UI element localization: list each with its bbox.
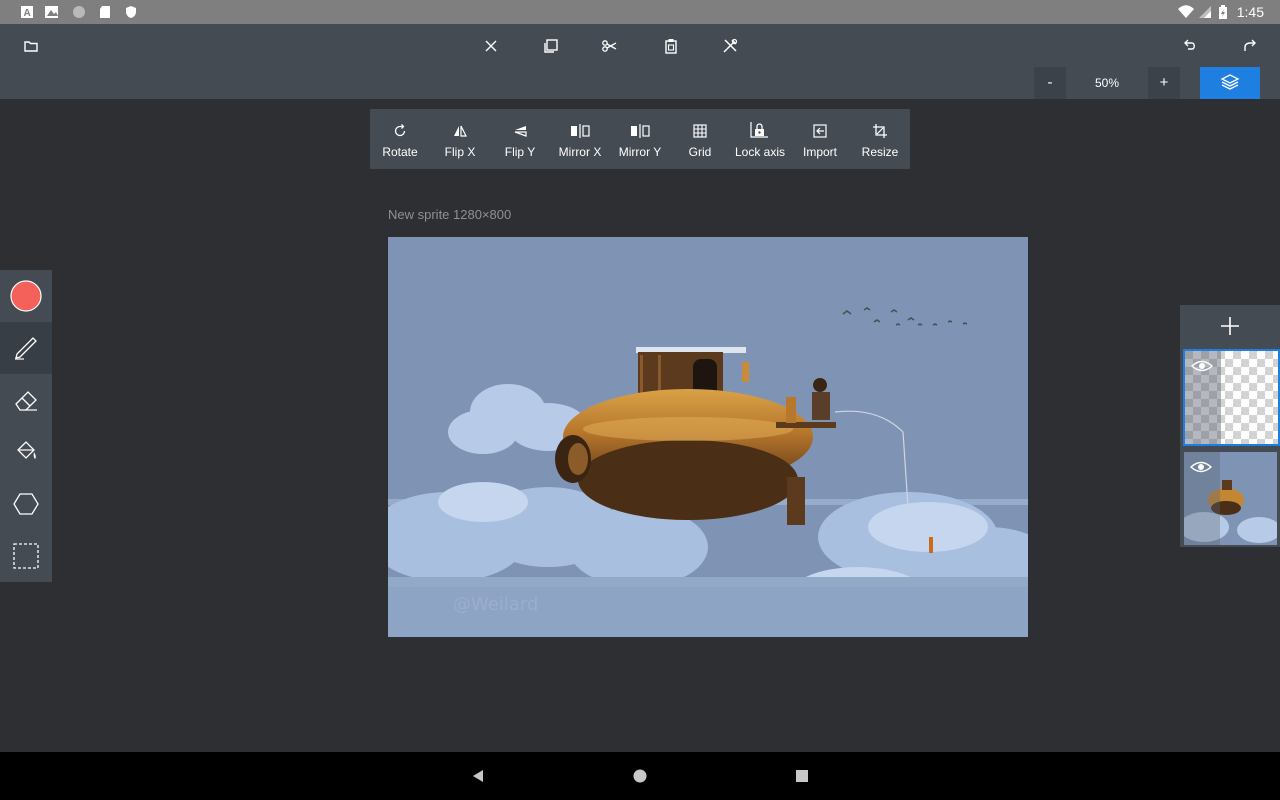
image-icon [45,6,58,18]
rotate-button[interactable]: Rotate [370,109,430,169]
add-layer-button[interactable] [1180,305,1280,347]
lock-axis-icon [750,122,768,138]
home-icon[interactable] [632,768,648,784]
resize-label: Resize [861,145,899,159]
rotate-icon [394,124,406,137]
lock-axis-button[interactable]: Lock axis [730,109,790,169]
airship-artwork: @Weilard [388,307,1028,637]
battery-icon [1219,5,1227,19]
mirror-x-icon [571,124,590,138]
hexagon-icon [13,493,39,515]
sd-card-icon [100,6,110,18]
back-icon[interactable] [470,768,486,784]
grid-icon [693,124,707,138]
mirror-y-icon [631,124,650,138]
transform-toolbar: Rotate Flip X Flip Y Mirror X Mirror Y G… [370,109,910,169]
mirror-y-label: Mirror Y [618,145,662,159]
status-bar: A 1:45 [0,0,1280,24]
folder-icon[interactable] [19,34,43,58]
pencil-tool[interactable] [0,322,52,374]
grid-button[interactable]: Grid [670,109,730,169]
top-toolbar [0,24,1280,68]
import-label: Import [802,145,837,159]
eye-icon[interactable] [1190,460,1212,474]
zoom-bar: - 50% + [0,67,1280,99]
grid-label: Grid [688,145,712,159]
layer-item-empty[interactable] [1183,349,1280,446]
bucket-icon [17,441,36,459]
sprite-title: New sprite 1280×800 [388,207,512,222]
svg-text:A: A [24,8,31,19]
selection-icon [13,543,39,569]
eraser-icon [15,391,37,411]
mirror-x-button[interactable]: Mirror X [550,109,610,169]
eraser-tool[interactable] [0,374,52,426]
pencil-icon [15,337,37,360]
navigation-bar [0,752,1280,800]
color-swatch [10,280,42,312]
plus-icon [1221,317,1239,335]
selection-tool[interactable] [0,530,52,582]
mirror-x-label: Mirror X [558,145,602,159]
resize-button[interactable]: Resize [850,109,910,169]
duplicate-icon[interactable] [539,34,563,58]
shield-icon [126,6,136,18]
layers-panel [1179,305,1280,547]
signal-icon [1199,6,1211,18]
import-button[interactable]: Import [790,109,850,169]
watermark: @Weilard [453,594,538,615]
wifi-icon [1178,5,1194,18]
layer-item-airship[interactable] [1179,451,1280,546]
tool-palette [0,270,52,582]
rotate-label: Rotate [382,145,418,159]
flip-y-icon [514,126,527,137]
color-picker-button[interactable] [0,270,52,322]
flip-y-label: Flip Y [504,145,536,159]
recents-icon[interactable] [794,768,810,784]
paste-icon[interactable] [659,34,683,58]
zoom-out-button[interactable]: - [1034,67,1066,99]
layers-toggle-button[interactable] [1200,67,1260,99]
fill-tool[interactable] [0,426,52,478]
flip-x-label: Flip X [444,145,476,159]
flip-y-button[interactable]: Flip Y [490,109,550,169]
redo-icon[interactable] [1238,34,1262,58]
zoom-level: 50% [1067,67,1147,99]
eye-icon[interactable] [1191,359,1213,373]
font-icon: A [21,6,33,19]
cut-icon[interactable] [598,34,622,58]
close-icon[interactable] [479,34,503,58]
flip-x-button[interactable]: Flip X [430,109,490,169]
undo-icon[interactable] [1178,34,1202,58]
circle-icon [73,6,85,18]
tools-icon[interactable] [718,34,742,58]
drawing-canvas[interactable]: @Weilard [388,237,1028,637]
zoom-in-button[interactable]: + [1148,67,1180,99]
mirror-y-button[interactable]: Mirror Y [610,109,670,169]
layers-icon [1220,74,1240,90]
lock-axis-label: Lock axis [734,145,786,159]
flip-x-icon [454,125,467,137]
import-icon [813,124,827,138]
shape-tool[interactable] [0,478,52,530]
clock: 1:45 [1236,4,1264,20]
resize-icon [873,124,887,138]
